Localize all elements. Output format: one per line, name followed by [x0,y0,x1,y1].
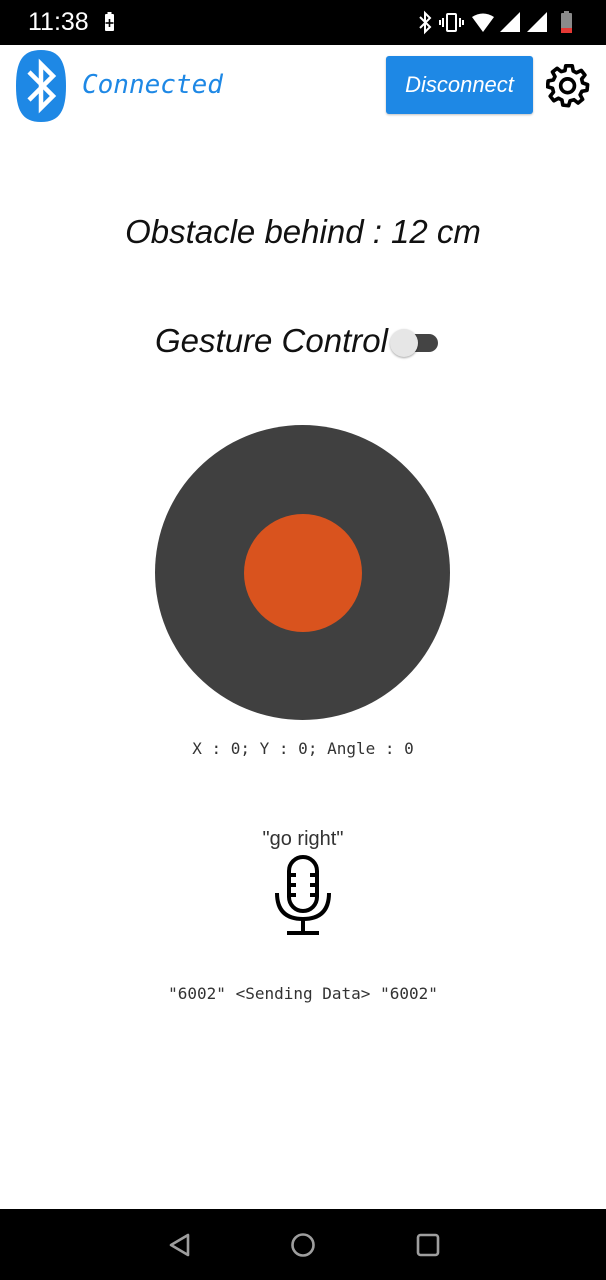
cell-signal-icon [500,12,520,32]
joystick-readout: X : 0; Y : 0; Angle : 0 [192,739,414,758]
cell-signal-icon [527,12,547,32]
status-bar: 11:38 [0,0,606,45]
gesture-control-switch[interactable] [390,329,438,357]
microphone-icon[interactable] [272,853,334,939]
battery-low-icon [561,11,572,33]
connection-status: Connected [82,70,223,100]
settings-icon[interactable] [546,62,592,108]
back-icon[interactable] [166,1231,194,1259]
vibrate-icon [439,13,464,32]
wifi-icon [472,13,494,32]
status-time: 11:38 [28,8,89,36]
disconnect-button[interactable]: Disconnect [386,56,533,114]
battery-saver-icon [105,12,114,31]
joystick-knob[interactable] [244,514,362,632]
gesture-control-label: Gesture Control [155,322,388,359]
bluetooth-icon [419,10,432,35]
joystick-base[interactable] [155,425,450,720]
obstacle-distance-label: Obstacle behind : 12 cm [125,213,481,250]
recents-icon[interactable] [414,1231,442,1259]
switch-thumb [390,329,418,357]
navigation-bar [0,1209,606,1280]
home-icon[interactable] [289,1231,317,1259]
bluetooth-logo-icon [16,50,66,122]
voice-command-text: "go right" [262,828,344,850]
data-log: "6002" <Sending Data> "6002" [168,984,438,1003]
status-icons [419,10,572,35]
